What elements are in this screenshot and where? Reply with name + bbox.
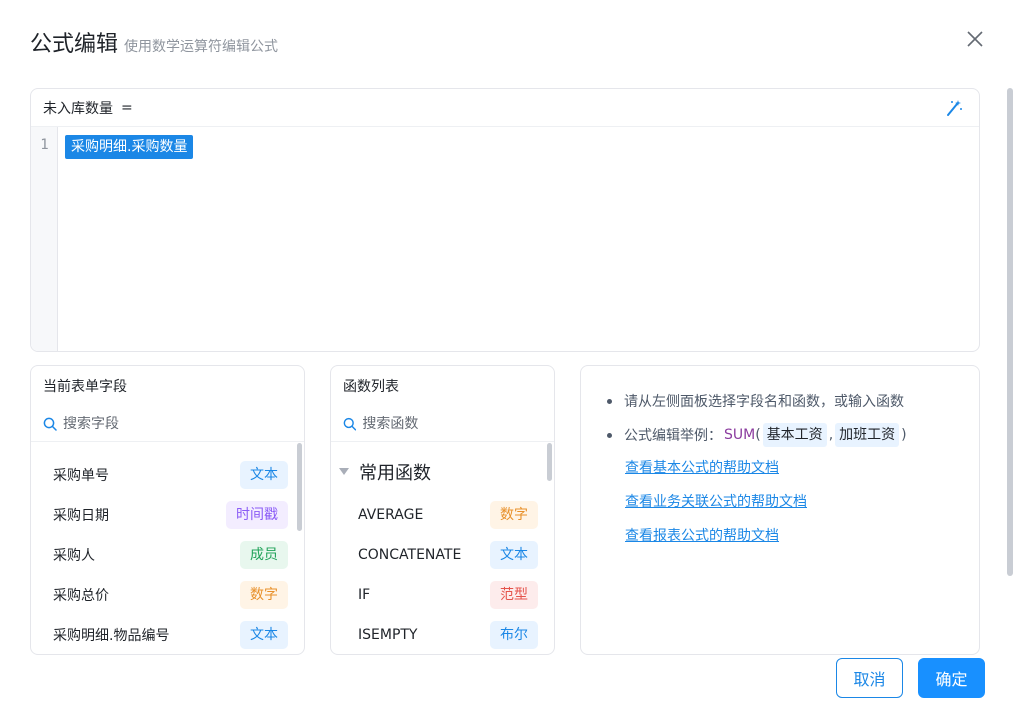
function-type-tag: 数字 [490,501,538,529]
example-open-paren: ( [755,427,761,443]
help-example: 公式编辑举例： SUM ( 基本工资 , 加班工资 ) [607,418,969,452]
fields-search [31,406,304,442]
bullet-dot [607,398,612,404]
formula-editor: 未入库数量 = 1 采购明细.采购数量 [30,88,980,352]
function-item-label: AVERAGE [358,507,424,523]
field-item-label: 采购单号 [53,468,109,484]
help-panel: 请从左侧面板选择字段名和函数，或输入函数 公式编辑举例： SUM ( 基本工资 … [580,365,980,655]
example-field-chip: 加班工资 [835,423,900,447]
example-separator: , [828,427,834,443]
fields-search-input[interactable] [63,415,263,432]
bullet-dot [607,432,612,438]
field-type-tag: 成员 [240,541,288,569]
field-item[interactable]: 采购总价 数字 [31,575,292,615]
function-group-common[interactable]: 常用函数 [339,459,431,485]
editor-header: 未入库数量 = [31,89,979,127]
field-item-label: 采购日期 [53,508,109,524]
field-item-label: 采购总价 [53,588,109,604]
field-type-tag: 文本 [240,621,288,649]
functions-search [331,406,554,442]
help-link-basic[interactable]: 查看基本公式的帮助文档 [625,458,807,492]
functions-list[interactable]: 常用函数 AVERAGE 数字 CONCATENATE 文本 IF 范型 ISE… [331,443,554,654]
editor-body: 1 采购明细.采购数量 [31,127,979,351]
formula-code-area[interactable]: 采购明细.采购数量 [58,127,979,351]
dialog-title: 公式编辑 [30,32,119,57]
caret-down-icon [339,468,349,475]
fields-panel-title: 当前表单字段 [43,379,127,395]
field-type-tag: 时间戳 [226,501,288,529]
field-item[interactable]: 采购日期 时间戳 [31,495,292,535]
formula-editor-dialog: 公式编辑 使用数学运算符编辑公式 未入库数量 = 1 采购明细.采购数量 当前表… [0,0,1015,716]
example-field-chip: 基本工资 [762,423,827,447]
field-item[interactable]: 采购明细.物品编号 文本 [31,615,292,654]
fields-panel: 当前表单字段 采购单号 文本 采购日期 时间戳 采购人 成员 采购总价 [30,365,305,655]
field-item[interactable]: 采购人 成员 [31,535,292,575]
function-item[interactable]: ISEMPTY 布尔 [331,615,542,654]
function-type-tag: 布尔 [490,621,538,649]
help-link-report[interactable]: 查看报表公式的帮助文档 [625,526,807,560]
function-item[interactable]: AVERAGE 数字 [331,495,542,535]
confirm-button[interactable]: 确定 [918,658,985,698]
equals-sign: = [121,99,133,116]
function-type-tag: 范型 [490,581,538,609]
dialog-subtitle: 使用数学运算符编辑公式 [124,39,279,55]
line-number: 1 [40,137,49,153]
field-type-tag: 数字 [240,581,288,609]
help-bullets: 请从左侧面板选择字段名和函数，或输入函数 公式编辑举例： SUM ( 基本工资 … [607,384,969,452]
function-item[interactable]: IF 范型 [331,575,542,615]
format-formula-button[interactable] [943,97,965,119]
formula-field-token[interactable]: 采购明细.采购数量 [65,135,194,159]
magic-wand-icon [947,100,962,116]
function-item-label: ISEMPTY [358,627,418,643]
help-links: 查看基本公式的帮助文档 查看业务关联公式的帮助文档 查看报表公式的帮助文档 [625,458,807,560]
search-icon [43,417,57,431]
fields-scrollbar[interactable] [297,443,302,531]
function-type-tag: 文本 [490,541,538,569]
search-icon [343,417,357,430]
function-item-label: CONCATENATE [358,547,462,563]
target-field-label: 未入库数量 [43,100,113,117]
dialog-title-area: 公式编辑 使用数学运算符编辑公式 [30,30,278,60]
example-prefix: 公式编辑举例： [624,428,722,444]
help-link-business[interactable]: 查看业务关联公式的帮助文档 [625,492,807,526]
functions-search-input[interactable] [362,415,554,432]
functions-panel-title: 函数列表 [343,379,399,395]
cancel-button[interactable]: 取消 [836,658,903,698]
field-item[interactable]: 采购单号 文本 [31,455,292,495]
function-item[interactable]: CONCATENATE 文本 [331,535,542,575]
dialog-scrollbar[interactable] [1007,88,1013,576]
function-item-label: IF [358,587,371,603]
close-button[interactable] [962,26,988,52]
field-item-label: 采购人 [53,548,95,564]
example-close-paren: ) [901,427,907,443]
function-group-label: 常用函数 [359,463,431,484]
fields-list[interactable]: 采购单号 文本 采购日期 时间戳 采购人 成员 采购总价 数字 采购明细.物品编… [31,443,304,654]
help-hint: 请从左侧面板选择字段名和函数，或输入函数 [607,384,969,418]
close-icon [967,31,983,47]
field-type-tag: 文本 [240,461,288,489]
example-function-name: SUM [724,427,756,443]
functions-scrollbar[interactable] [547,443,552,481]
field-item-label: 采购明细.物品编号 [53,628,170,644]
functions-panel: 函数列表 常用函数 AVERAGE 数字 CONCATENATE 文本 [330,365,555,655]
help-hint-text: 请从左侧面板选择字段名和函数，或输入函数 [624,394,904,410]
line-gutter: 1 [31,127,58,351]
